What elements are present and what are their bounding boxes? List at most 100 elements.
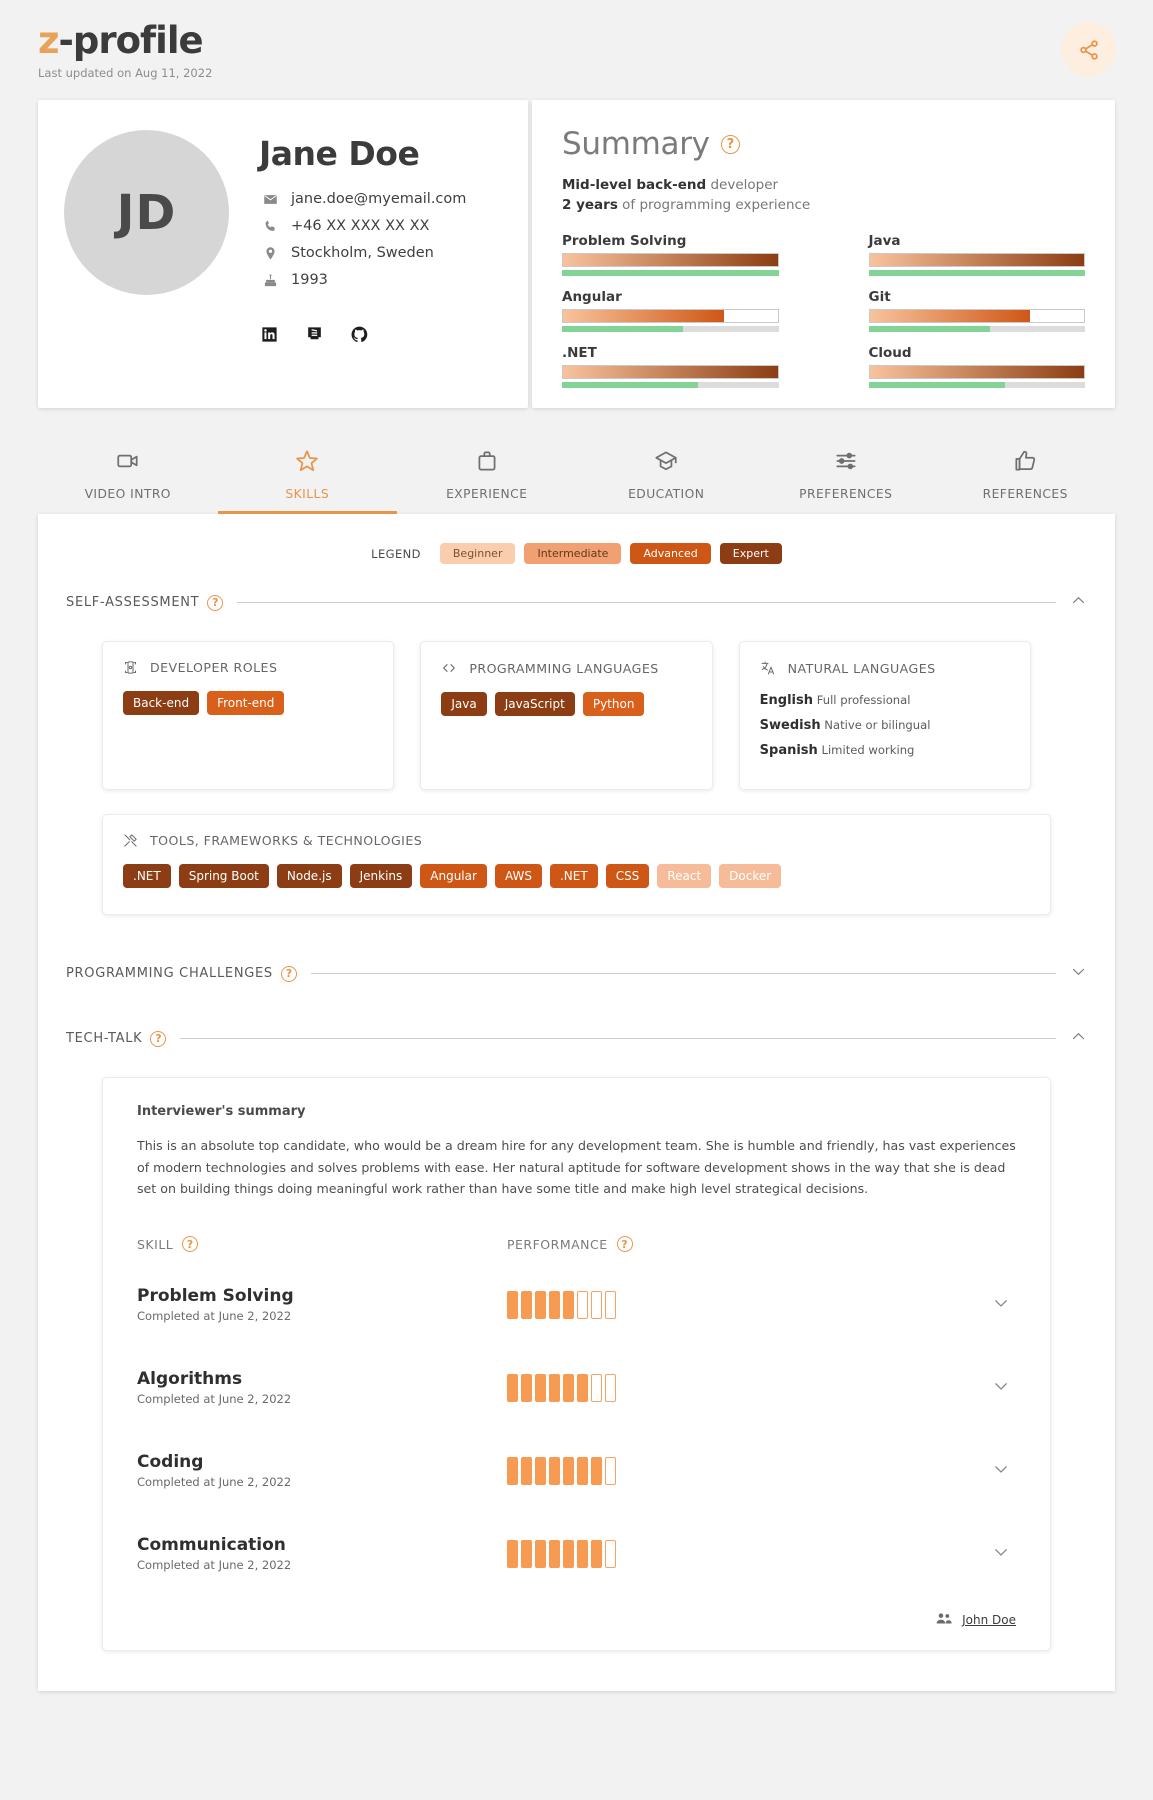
tech-talk-rows: Problem Solving Completed at June 2, 2022… <box>137 1262 1016 1594</box>
summary-exp-light: of programming experience <box>622 196 811 213</box>
tech-talk-skill-name: Coding <box>137 1452 204 1473</box>
contact-location: Stockholm, Sweden <box>259 245 466 261</box>
performance-pip <box>507 1456 518 1485</box>
tab-references[interactable]: REFERENCES <box>936 434 1116 514</box>
tab-label: EDUCATION <box>628 487 705 502</box>
summary-skill-item: Angular <box>562 289 779 333</box>
natural-language-name: Swedish <box>759 718 821 734</box>
tool-tag: .NET <box>549 864 598 889</box>
section-self-assessment-header[interactable]: SELF-ASSESSMENT ? <box>66 592 1087 613</box>
tech-talk-row[interactable]: Coding Completed at June 2, 2022 <box>137 1428 1016 1511</box>
chevron-down-icon[interactable] <box>1070 963 1087 984</box>
birthday-cake-icon <box>259 273 281 288</box>
tab-preferences[interactable]: PREFERENCES <box>756 434 936 514</box>
tech-talk-row-skill-cell: Problem Solving Completed at June 2, 2022 <box>137 1286 507 1323</box>
chevron-down-icon[interactable] <box>992 1377 1016 1399</box>
natural-language-item: English Full professional <box>760 692 1010 708</box>
tab-experience[interactable]: EXPERIENCE <box>397 434 577 514</box>
programming-language-tag: Python <box>582 692 645 717</box>
programming-languages-card: PROGRAMMING LANGUAGES Java JavaScript Pyth… <box>420 641 713 791</box>
performance-pip <box>605 1373 616 1402</box>
programming-languages-tags: Java JavaScript Python <box>441 692 691 717</box>
github-icon[interactable] <box>350 325 369 348</box>
performance-pip <box>577 1539 588 1568</box>
summary-skill-bar-fill <box>563 254 778 267</box>
tool-tag: Node.js <box>276 864 342 889</box>
performance-pip <box>577 1456 588 1485</box>
section-programming-challenges-title: PROGRAMMING CHALLENGES <box>66 966 273 982</box>
summary-skill-green-track <box>868 326 1085 333</box>
legend-chip-intermediate: Intermediate <box>524 543 622 565</box>
avatar: JD <box>64 130 229 295</box>
tech-talk-row[interactable]: Communication Completed at June 2, 2022 <box>137 1511 1016 1594</box>
natural-language-level: Native or bilingual <box>820 718 931 733</box>
self-assessment-cards: DEVELOPER ROLES Back-end Front-end PROGRA… <box>102 641 1087 791</box>
reviewer-name[interactable]: John Doe <box>962 1613 1016 1627</box>
help-icon[interactable]: ? <box>150 1030 167 1047</box>
tools-header: TOOLS, FRAMEWORKS & TECHNOLOGIES <box>123 833 1030 848</box>
tab-education[interactable]: EDUCATION <box>577 434 757 514</box>
section-programming-challenges-header[interactable]: PROGRAMMING CHALLENGES ? <box>66 963 1087 984</box>
column-header-performance: PERFORMANCE <box>507 1236 608 1252</box>
tool-tag: AWS <box>494 864 542 889</box>
help-icon[interactable]: ? <box>720 134 740 154</box>
chevron-down-icon[interactable] <box>992 1294 1016 1316</box>
summary-skill-bar-fill <box>869 366 1084 379</box>
chevron-up-icon[interactable] <box>1070 1028 1087 1049</box>
linkedin-icon[interactable] <box>260 325 279 348</box>
briefcase-icon <box>397 448 577 478</box>
summary-subtext: Mid-level back-end developer 2 years of … <box>562 176 1085 215</box>
summary-skill-green-fill <box>562 382 699 389</box>
social-links <box>260 325 502 348</box>
performance-pip <box>521 1290 532 1319</box>
share-icon <box>1079 39 1098 60</box>
performance-pip <box>605 1539 616 1568</box>
contact-email: jane.doe@myemail.com <box>259 191 466 207</box>
chevron-down-icon[interactable] <box>992 1460 1016 1482</box>
performance-pip <box>549 1539 560 1568</box>
natural-languages-header: NATURAL LANGUAGES <box>760 660 1010 676</box>
tool-tag: .NET <box>123 864 171 889</box>
chevron-down-icon[interactable] <box>992 1543 1016 1565</box>
performance-pip <box>605 1290 616 1319</box>
tab-label: VIDEO INTRO <box>84 487 171 502</box>
summary-skill-item: Problem Solving <box>562 233 779 277</box>
summary-skill-bar <box>562 253 779 268</box>
summary-exp-strong: 2 years <box>562 196 618 213</box>
natural-language-name: Spanish <box>759 743 818 759</box>
tab-skills[interactable]: SKILLS <box>217 434 397 515</box>
summary-skill-bar-fill <box>563 310 724 323</box>
developer-roles-header: DEVELOPER ROLES <box>123 660 373 675</box>
performance-meter <box>507 1539 992 1568</box>
summary-skill-label: Git <box>868 289 891 306</box>
tab-video-intro[interactable]: VIDEO INTRO <box>38 434 218 514</box>
divider <box>180 1038 1056 1040</box>
natural-languages-list: English Full professional Swedish Native … <box>760 692 1010 758</box>
sliders-icon <box>756 448 936 478</box>
tech-talk-row[interactable]: Problem Solving Completed at June 2, 2022 <box>137 1262 1016 1345</box>
tech-talk-row[interactable]: Algorithms Completed at June 2, 2022 <box>137 1345 1016 1428</box>
natural-language-level: Full professional <box>813 693 911 708</box>
location-value: Stockholm, Sweden <box>291 245 434 261</box>
chevron-up-icon[interactable] <box>1070 592 1087 613</box>
natural-language-name: English <box>759 693 814 709</box>
help-icon[interactable]: ? <box>280 965 297 982</box>
help-icon[interactable]: ? <box>207 594 224 611</box>
stackoverflow-icon[interactable] <box>305 325 324 348</box>
legend-label: LEGEND <box>371 546 421 561</box>
email-icon <box>259 192 281 207</box>
location-pin-icon <box>259 246 281 261</box>
summary-skill-green-fill <box>562 270 779 277</box>
section-tech-talk-header[interactable]: TECH-TALK ? <box>66 1028 1087 1049</box>
help-icon[interactable]: ? <box>616 1236 633 1253</box>
share-button[interactable] <box>1061 22 1116 77</box>
summary-skill-label: Angular <box>562 289 622 306</box>
tools-title: TOOLS, FRAMEWORKS & TECHNOLOGIES <box>150 833 423 849</box>
summary-skill-green-fill <box>868 270 1085 277</box>
natural-language-item: Swedish Native or bilingual <box>760 717 1010 733</box>
natural-languages-title: NATURAL LANGUAGES <box>787 660 936 676</box>
summary-skill-green-track <box>868 270 1085 277</box>
code-brackets-icon <box>441 660 457 676</box>
translate-icon <box>760 660 776 676</box>
help-icon[interactable]: ? <box>182 1236 199 1253</box>
